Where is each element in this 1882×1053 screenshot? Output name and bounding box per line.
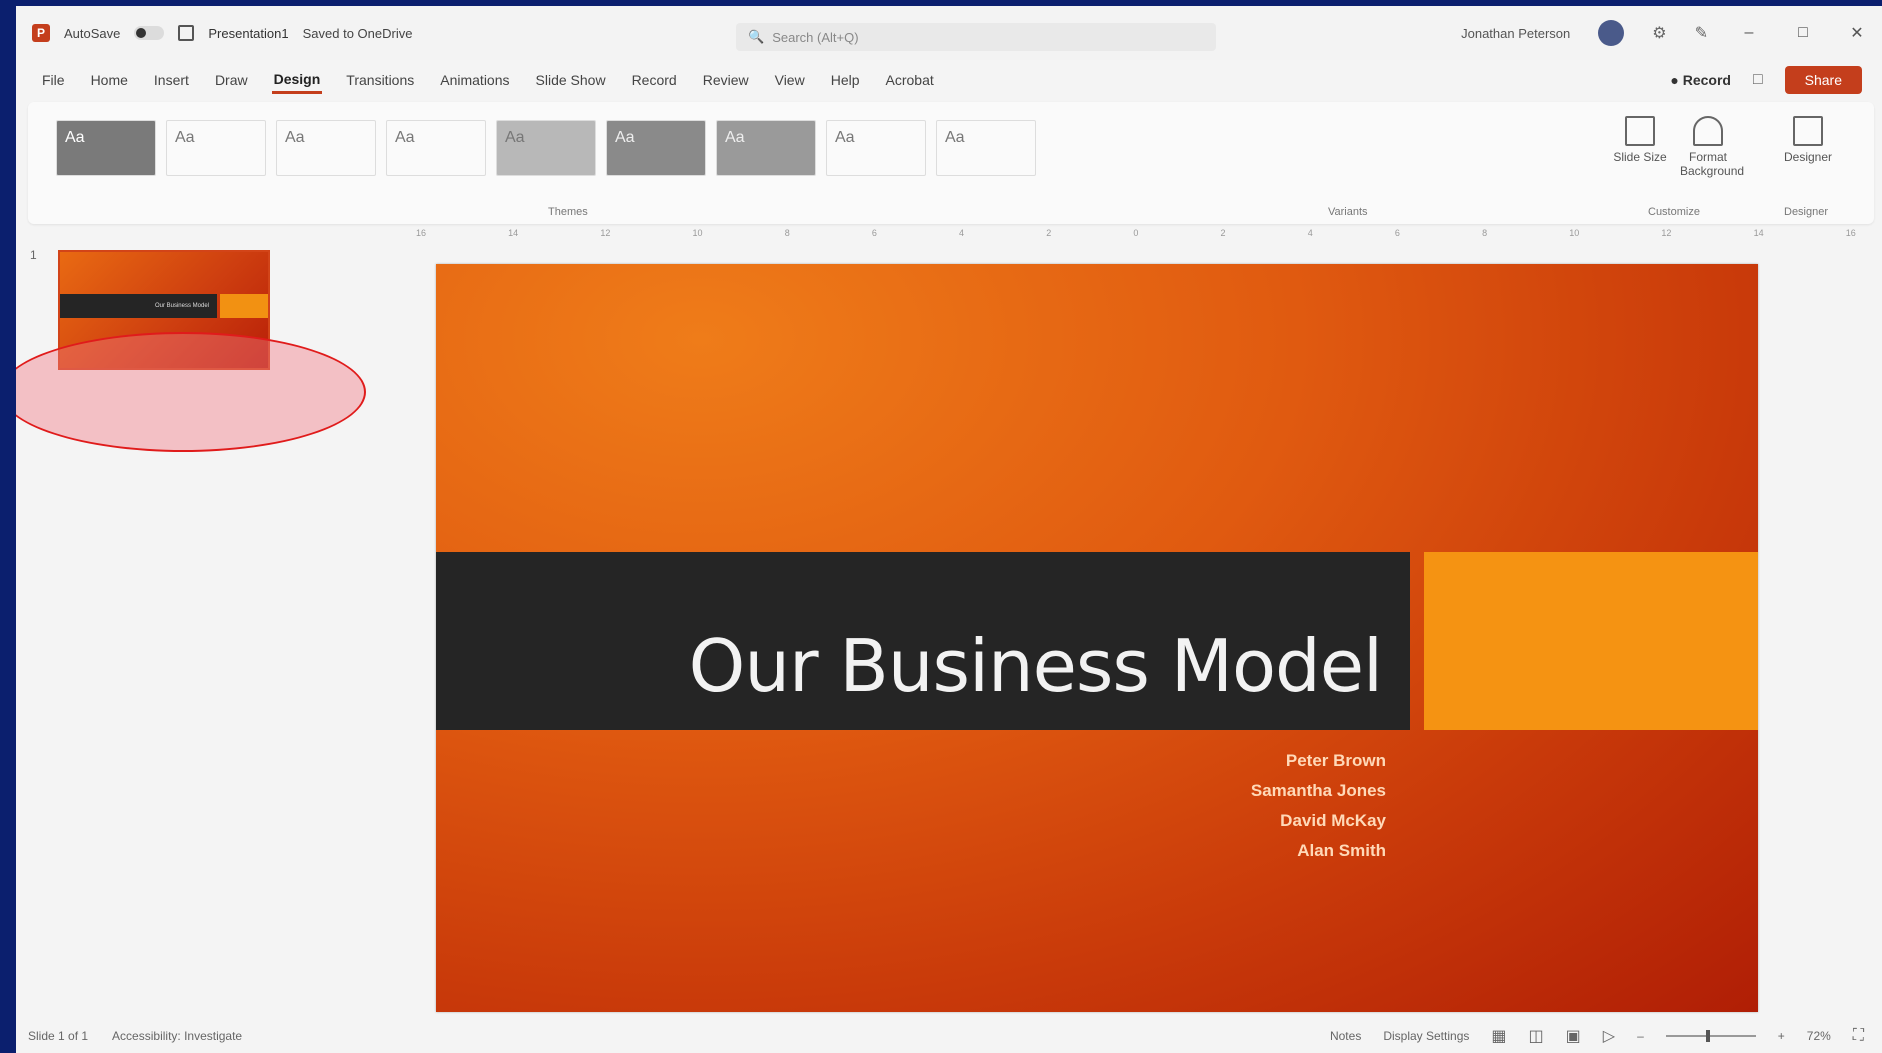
ribbon-tabs: File Home Insert Draw Design Transitions…	[16, 60, 1882, 100]
document-title[interactable]: Presentation1	[208, 26, 288, 41]
theme-thumbnail[interactable]: Aa	[496, 120, 596, 176]
slide-size-label: Slide Size	[1613, 150, 1667, 164]
slideshow-icon[interactable]: ▷	[1603, 1026, 1615, 1046]
theme-sample-text: Aa	[65, 129, 85, 146]
powerpoint-window: P AutoSave Presentation1 Saved to OneDri…	[16, 6, 1882, 1053]
tab-file[interactable]: File	[40, 68, 67, 92]
powerpoint-logo-icon: P	[32, 24, 50, 42]
record-button[interactable]: ● Record	[1670, 72, 1731, 88]
search-box[interactable]: 🔍 Search (Alt+Q)	[736, 23, 1216, 51]
tab-draw[interactable]: Draw	[213, 68, 250, 92]
theme-sample-text: Aa	[505, 129, 525, 146]
theme-thumbnail[interactable]: Aa	[56, 120, 156, 176]
tab-design[interactable]: Design	[271, 67, 323, 94]
thumbnail-title: Our Business Model	[60, 294, 217, 318]
reading-view-icon[interactable]: ▣	[1566, 1026, 1581, 1046]
themes-gallery: Aa Aa Aa Aa Aa Aa Aa Aa Aa	[56, 120, 1036, 176]
slide-size-button[interactable]: Slide Size	[1612, 116, 1668, 164]
tab-slide-show[interactable]: Slide Show	[534, 68, 608, 92]
design-ribbon: Aa Aa Aa Aa Aa Aa Aa Aa Aa Themes Varian…	[28, 102, 1874, 224]
format-background-label: Format Background	[1680, 150, 1745, 178]
tab-insert[interactable]: Insert	[152, 68, 191, 92]
search-icon: 🔍	[748, 29, 765, 44]
theme-sample-text: Aa	[395, 129, 415, 146]
theme-sample-text: Aa	[285, 129, 305, 146]
theme-sample-text: Aa	[835, 129, 855, 146]
presenter-name: Peter Brown	[1285, 751, 1386, 770]
title-bar: P AutoSave Presentation1 Saved to OneDri…	[16, 6, 1882, 60]
search-placeholder: Search (Alt+Q)	[772, 29, 859, 45]
theme-sample-text: Aa	[945, 129, 965, 146]
designer-button[interactable]: Designer	[1780, 116, 1836, 164]
theme-thumbnail[interactable]: Aa	[716, 120, 816, 176]
theme-sample-text: Aa	[175, 129, 195, 146]
document-status: Saved to OneDrive	[302, 25, 413, 41]
autosave-toggle[interactable]	[134, 26, 165, 40]
designer-group-label: Designer	[1784, 206, 1829, 218]
fit-slide-icon[interactable]: ⛶	[1853, 1027, 1864, 1045]
slide-title[interactable]: Our Business Model	[689, 624, 1383, 708]
avatar[interactable]	[1598, 20, 1625, 46]
tab-review[interactable]: Review	[701, 68, 751, 92]
tab-acrobat[interactable]: Acrobat	[884, 68, 936, 92]
maximize-icon[interactable]: □	[1790, 24, 1816, 42]
format-background-icon	[1693, 116, 1723, 146]
slide-sorter-icon[interactable]: ◫	[1529, 1026, 1544, 1046]
presenter-name: Samantha Jones	[1250, 781, 1386, 800]
zoom-slider[interactable]	[1665, 1030, 1756, 1042]
display-settings-button[interactable]: Display Settings	[1383, 1029, 1469, 1043]
theme-thumbnail[interactable]: Aa	[606, 120, 706, 176]
horizontal-ruler: 16 14 12 10 8 6 4 2 0 2 4 6 8 10 12 14 16	[416, 228, 1856, 238]
share-button[interactable]: Share	[1784, 66, 1862, 94]
subtitle-placeholder[interactable]: Peter Brown Samantha Jones David McKay A…	[1251, 746, 1386, 866]
format-background-button[interactable]: Format Background	[1680, 116, 1744, 178]
theme-thumbnail[interactable]: Aa	[826, 120, 926, 176]
theme-thumbnail[interactable]: Aa	[386, 120, 486, 176]
title-placeholder[interactable]: Our Business Model	[436, 552, 1410, 730]
tab-record[interactable]: Record	[630, 68, 679, 92]
save-icon[interactable]	[178, 25, 195, 41]
presenter-name: David McKay	[1280, 811, 1386, 830]
theme-thumbnail[interactable]: Aa	[936, 120, 1036, 176]
thumbnail-accent	[220, 294, 268, 318]
autosave-label: AutoSave	[64, 25, 121, 41]
accessibility-status[interactable]: Accessibility: Investigate	[112, 1029, 242, 1043]
zoom-level[interactable]: 72%	[1807, 1029, 1831, 1043]
close-icon[interactable]: ✕	[1844, 23, 1870, 43]
slide-number: 1	[30, 248, 37, 262]
normal-view-icon[interactable]: ▦	[1491, 1026, 1506, 1046]
tab-transitions[interactable]: Transitions	[344, 68, 416, 92]
user-name[interactable]: Jonathan Peterson	[1461, 26, 1570, 41]
designer-icon	[1793, 116, 1823, 146]
zoom-in-icon[interactable]: +	[1778, 1029, 1785, 1043]
tab-home[interactable]: Home	[89, 68, 130, 92]
slide-size-icon	[1625, 116, 1655, 146]
slide-info: Slide 1 of 1	[28, 1029, 89, 1043]
record-label: Record	[1682, 72, 1731, 88]
zoom-out-icon[interactable]: –	[1637, 1029, 1644, 1043]
accent-rectangle	[1424, 552, 1758, 730]
slides-panel: 1 Our Business Model	[16, 236, 366, 1016]
tab-animations[interactable]: Animations	[438, 68, 511, 92]
themes-group-label: Themes	[548, 206, 588, 218]
designer-label: Designer	[1783, 150, 1833, 164]
comments-icon[interactable]: □	[1753, 71, 1763, 89]
highlight-annotation	[16, 332, 366, 452]
tab-view[interactable]: View	[773, 68, 807, 92]
customize-group-label: Customize	[1648, 206, 1700, 218]
theme-thumbnail[interactable]: Aa	[276, 120, 376, 176]
status-bar: Slide 1 of 1 Accessibility: Investigate …	[16, 1019, 1882, 1053]
presenter-name: Alan Smith	[1297, 841, 1386, 860]
theme-sample-text: Aa	[725, 129, 745, 146]
tab-help[interactable]: Help	[829, 68, 862, 92]
slide-canvas[interactable]: Our Business Model Peter Brown Samantha …	[436, 264, 1758, 1012]
settings-icon[interactable]: ⚙	[1652, 23, 1666, 43]
pen-icon[interactable]: ✎	[1695, 23, 1708, 43]
variants-group-label: Variants	[1328, 206, 1368, 218]
theme-sample-text: Aa	[615, 129, 635, 146]
minimize-icon[interactable]: –	[1736, 24, 1762, 42]
theme-thumbnail[interactable]: Aa	[166, 120, 266, 176]
notes-button[interactable]: Notes	[1330, 1029, 1361, 1043]
